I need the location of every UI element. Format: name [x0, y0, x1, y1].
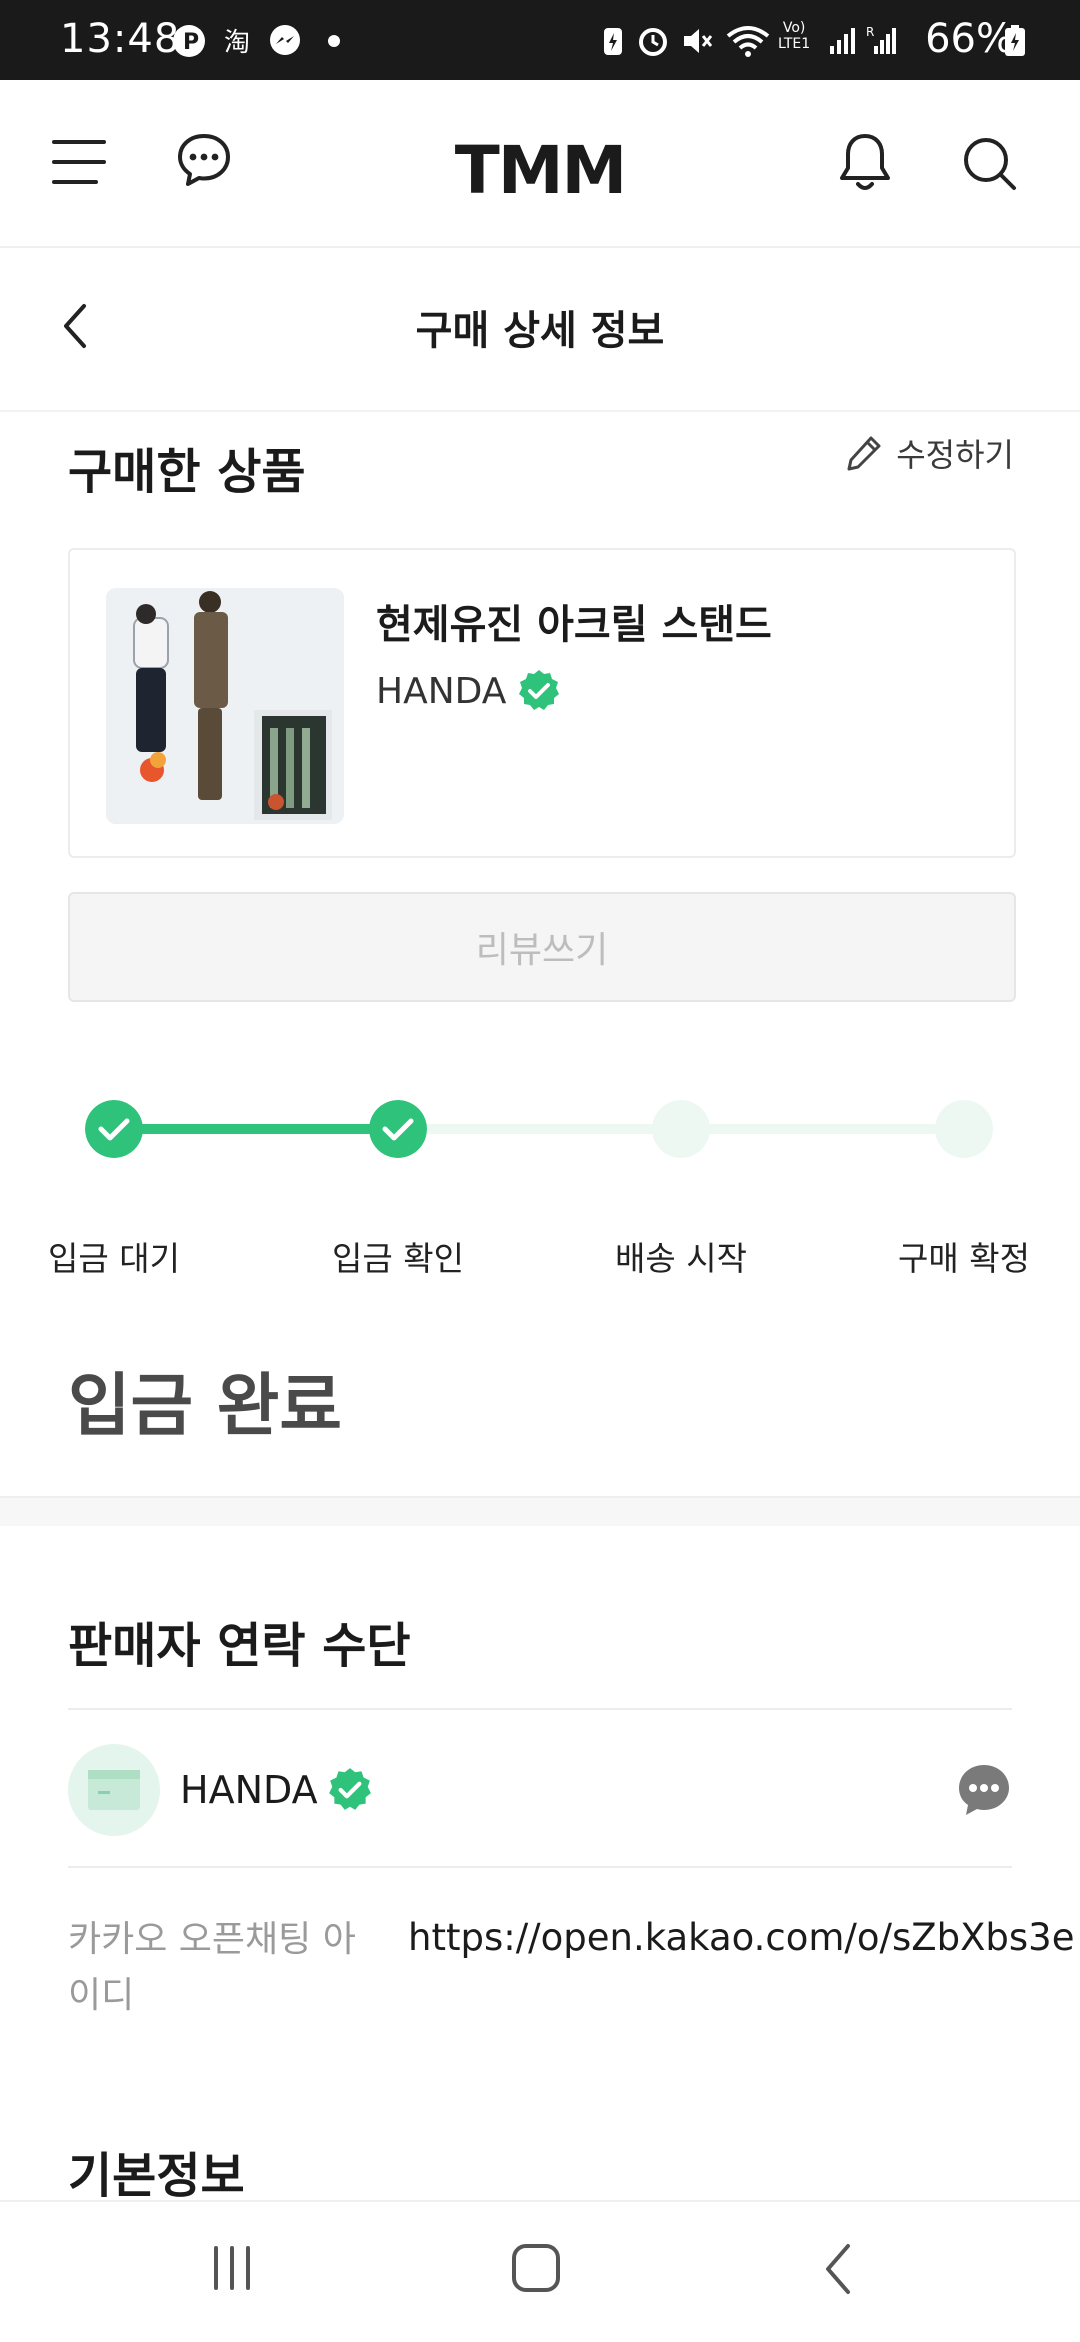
- dot-icon: [328, 35, 340, 47]
- step-label-3: 배송 시작: [615, 1239, 747, 1278]
- product-seller: HANDA: [376, 668, 562, 714]
- mute-icon: [684, 29, 713, 53]
- signal-icon: [830, 28, 855, 54]
- battery-percent: 66%: [925, 16, 1014, 62]
- search-icon[interactable]: [962, 136, 1018, 192]
- app-header: TMM: [0, 80, 1080, 248]
- recent-apps-icon[interactable]: [208, 2244, 256, 2292]
- progress-fill: [114, 1124, 398, 1134]
- step-1-check-icon: [85, 1100, 143, 1158]
- contact-section-title: 판매자 연락 수단: [68, 1618, 411, 1674]
- app-logo[interactable]: TMM: [0, 132, 1080, 209]
- system-nav-bar: [0, 2200, 1080, 2342]
- verified-badge-icon: [328, 1768, 371, 1810]
- section-divider: [0, 1496, 1080, 1526]
- page-title: 구매 상세 정보: [415, 308, 665, 354]
- wifi-icon: [726, 26, 770, 57]
- contact-seller-name: HANDA: [180, 1768, 318, 1812]
- kakao-link[interactable]: https://open.kakao.com/o/sZbXbs3e: [408, 1916, 1075, 1959]
- message-seller-icon[interactable]: [956, 1762, 1012, 1818]
- taobao-icon: 淘: [224, 28, 251, 58]
- verified-badge-icon: [519, 670, 560, 710]
- contact-seller: HANDA: [180, 1766, 374, 1814]
- p-badge-icon: P: [173, 25, 205, 57]
- step-2-check-icon: [369, 1100, 427, 1158]
- step-3-dot: [652, 1100, 710, 1158]
- review-button[interactable]: 리뷰쓰기: [68, 892, 1016, 1002]
- divider-line: [68, 1866, 1012, 1868]
- seller-avatar: [68, 1744, 160, 1836]
- step-label-1: 입금 대기: [48, 1239, 180, 1278]
- product-card[interactable]: 현제유진 아크릴 스탠드 HANDA: [68, 548, 1016, 858]
- alarm-icon: [639, 28, 667, 56]
- divider-line: [68, 1708, 1012, 1710]
- product-name: 현제유진 아크릴 스탠드: [376, 602, 772, 648]
- nav-back-icon[interactable]: [820, 2242, 856, 2296]
- step-label-2: 입금 확인: [332, 1239, 464, 1278]
- seller-name: HANDA: [376, 670, 507, 712]
- step-4-dot: [935, 1100, 993, 1158]
- messenger-icon: [270, 25, 300, 55]
- pencil-icon: [847, 436, 881, 471]
- signal-roaming-icon: R: [866, 25, 896, 54]
- edit-button[interactable]: 수정하기: [844, 430, 1014, 476]
- purchased-section-title: 구매한 상품: [68, 444, 306, 500]
- battery-icon: [1005, 25, 1025, 56]
- svg-text:P: P: [183, 30, 199, 55]
- status-bar: 13:48 P 淘 Vo) LTE1 R 66%: [0, 0, 1080, 80]
- bell-icon[interactable]: [838, 132, 892, 192]
- battery-saver-icon: [604, 28, 622, 55]
- volte-icon: Vo) LTE1: [778, 20, 811, 52]
- order-status: 입금 완료: [68, 1367, 342, 1446]
- status-time: 13:48: [60, 16, 181, 62]
- step-label-4: 구매 확정: [898, 1239, 1030, 1278]
- edit-label: 수정하기: [896, 436, 1014, 474]
- product-thumbnail: [106, 588, 344, 824]
- basic-info-title: 기본정보: [68, 2148, 245, 2204]
- page-header: 구매 상세 정보: [0, 248, 1080, 412]
- kakao-label: 카카오 오픈채팅 아이디: [68, 1919, 356, 2016]
- svg-text:R: R: [866, 25, 874, 39]
- home-icon[interactable]: [510, 2242, 562, 2294]
